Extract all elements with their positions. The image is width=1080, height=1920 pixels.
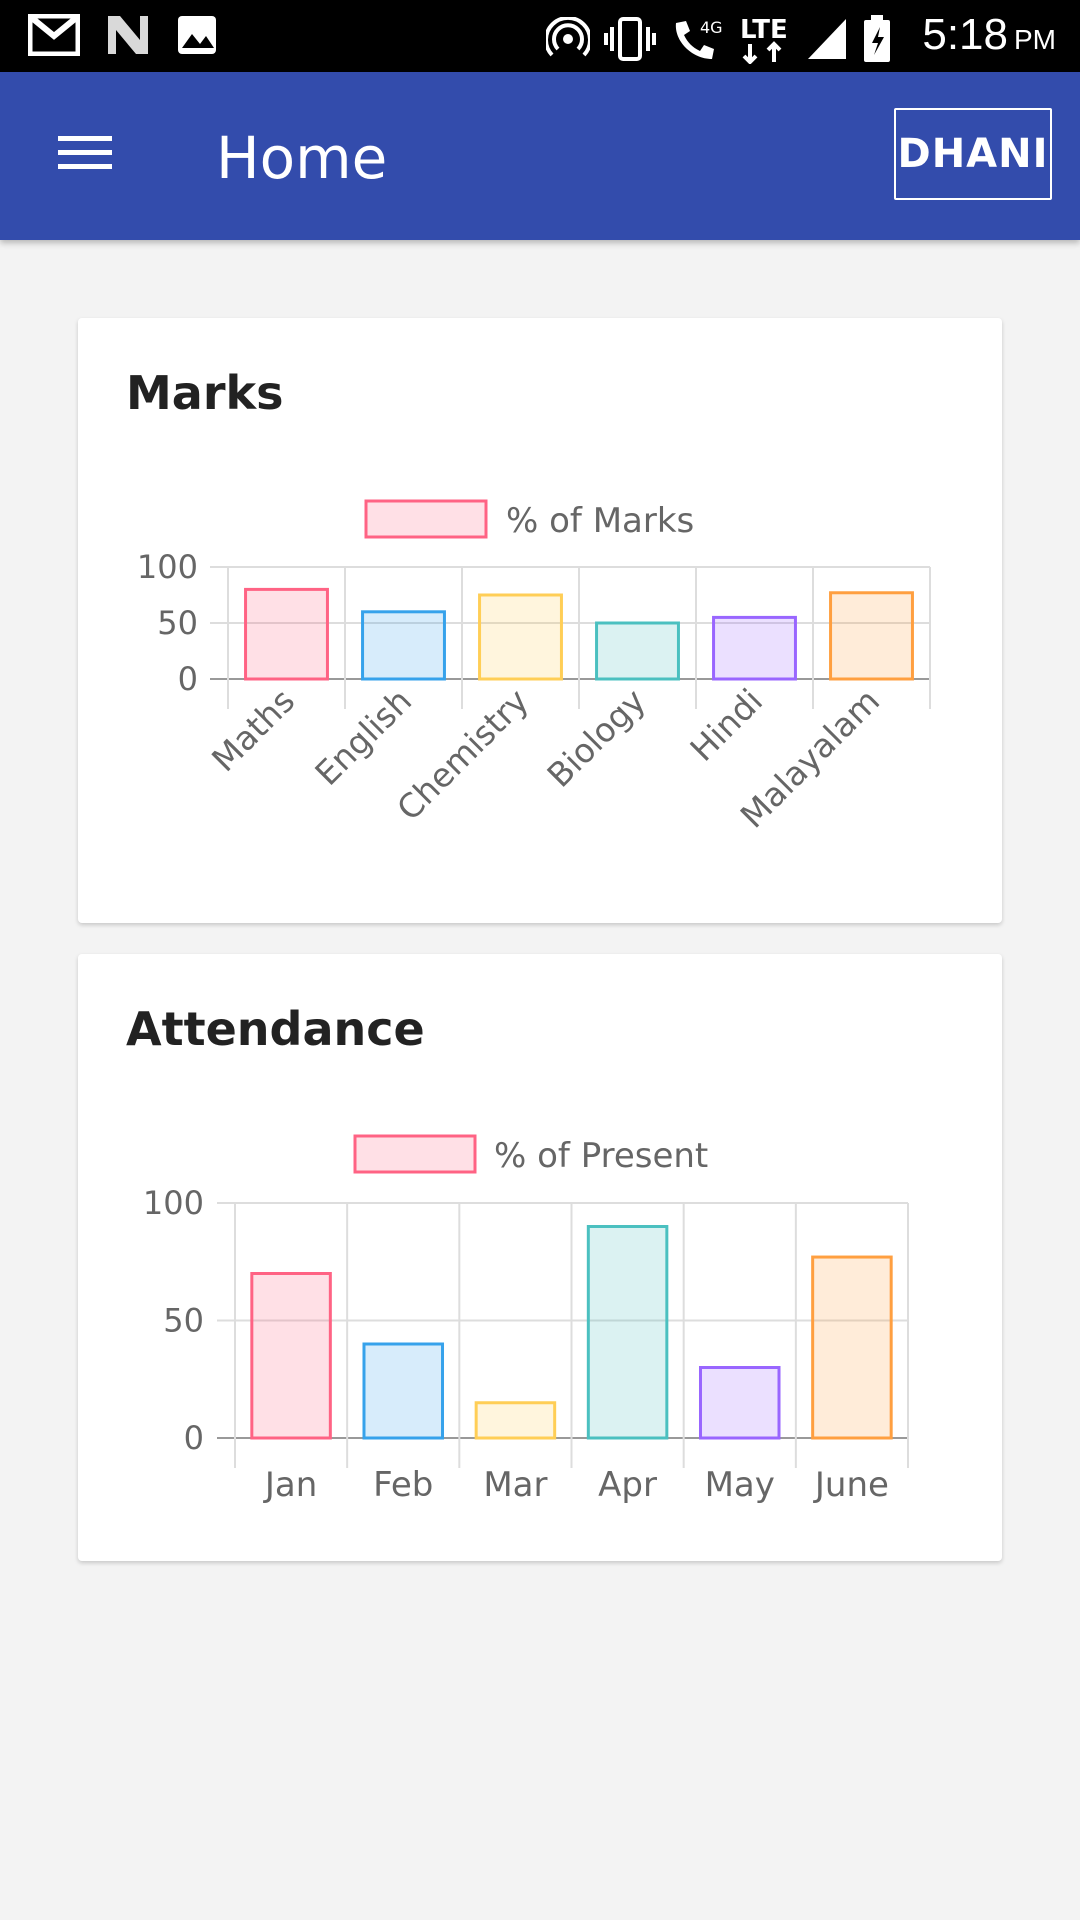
legend-swatch	[364, 499, 488, 539]
gmail-icon	[28, 14, 80, 56]
y-tick-label: 100	[143, 1184, 204, 1222]
bar-hindi	[712, 615, 797, 681]
bar-chemistry	[478, 593, 563, 681]
hotspot-icon	[546, 17, 590, 57]
bar-may	[698, 1366, 781, 1440]
marks-card: Marks % of Marks 100 50 0 Maths English Chemis…	[78, 318, 1002, 923]
lte-icon: LTE	[740, 15, 788, 64]
svg-text:4G: 4G	[700, 18, 723, 37]
marks-chart: % of Marks100500Maths EnglishChemistry Bio…	[137, 499, 931, 835]
x-tick-label: English	[307, 681, 419, 793]
bar-malayalam	[829, 591, 914, 681]
n-icon	[108, 16, 148, 54]
battery-icon	[864, 15, 890, 62]
svg-text:LTE: LTE	[740, 15, 788, 45]
y-tick-label: 0	[184, 1419, 204, 1457]
menu-button[interactable]	[56, 122, 136, 192]
y-tick-label: 0	[178, 660, 198, 698]
bar-maths	[244, 587, 329, 681]
x-tick-label: May	[705, 1465, 775, 1505]
x-tick-label: Biology	[539, 681, 653, 795]
x-tick-label: June	[813, 1465, 889, 1505]
x-tick-label: Maths	[204, 681, 302, 779]
x-tick-label: Apr	[598, 1465, 657, 1505]
status-bar: 4G LTE 5:18 PM	[0, 0, 1080, 72]
wifi-call-icon: 4G	[675, 18, 723, 59]
bar-apr	[586, 1225, 669, 1440]
bar-mar	[474, 1401, 557, 1440]
x-tick-label: Mar	[483, 1465, 547, 1505]
bar-june	[811, 1255, 893, 1440]
y-tick-label: 50	[163, 1302, 204, 1340]
y-tick-label: 50	[157, 604, 198, 642]
vibrate-icon	[604, 17, 656, 61]
y-tick-label: 100	[137, 548, 198, 586]
hamburger-menu-icon	[58, 136, 112, 169]
attendance-card: Attendance % of Present 100 50 0 Jan Feb Mar Ap…	[78, 954, 1002, 1561]
x-tick-label: Feb	[373, 1465, 433, 1505]
legend-label: % of Marks	[506, 501, 694, 541]
bar-biology	[595, 621, 680, 681]
status-time: 5:18 PM	[922, 10, 1056, 59]
attendance-chart: % of Present 100 50 0 Jan Feb Mar Apr May June	[143, 1134, 909, 1505]
legend-swatch	[353, 1134, 477, 1174]
app-bar: Home DHANI	[0, 72, 1080, 240]
bar-english	[361, 610, 446, 681]
legend-label: % of Present	[494, 1136, 708, 1176]
signal-icon	[808, 19, 846, 59]
gallery-icon	[178, 16, 216, 54]
user-button[interactable]: DHANI	[894, 108, 1052, 200]
x-tick-label: Jan	[263, 1465, 317, 1505]
bar-jan	[250, 1272, 332, 1440]
page-title: Home	[216, 124, 388, 192]
bar-feb	[362, 1342, 445, 1440]
